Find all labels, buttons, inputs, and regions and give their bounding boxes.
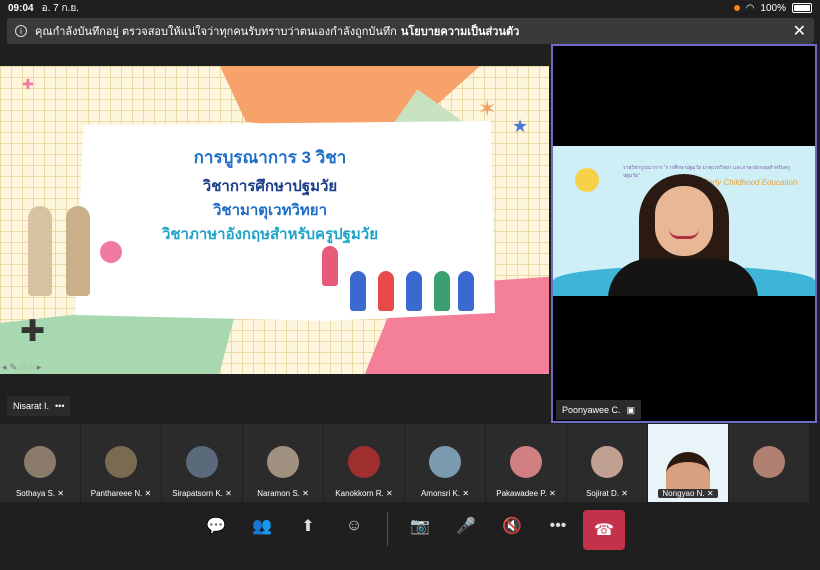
avatar	[186, 446, 218, 478]
video-feed: รายวิชาบูรณาการ "การศึกษาปฐมวัย มาตุเวทว…	[553, 146, 815, 296]
participant-strip: Sothaya S. ✕ Panthareee N. ✕ Sirapatsorn…	[0, 424, 820, 502]
teacher-illustration	[66, 206, 90, 296]
sun-icon	[575, 168, 599, 192]
sparkle-icon: ✚	[22, 76, 34, 92]
avatar	[591, 446, 623, 478]
participant-tile[interactable]: Pakawadee P. ✕	[486, 424, 566, 502]
speaker-off-icon[interactable]: 🔇	[494, 508, 530, 544]
cross-icon: ✚	[20, 315, 46, 348]
battery-icon	[792, 3, 812, 13]
more-icon[interactable]: •••	[540, 508, 576, 544]
recording-dot-icon	[733, 5, 740, 11]
kid-illustration	[378, 271, 394, 311]
starfish-icon: ✶	[478, 96, 497, 121]
avatar	[348, 446, 380, 478]
participant-tile[interactable]: Sothaya S. ✕	[0, 424, 80, 502]
participant-name: Naramon S. ✕	[257, 489, 309, 498]
wifi-icon: ◠	[745, 2, 755, 14]
avatar	[267, 446, 299, 478]
participant-name: Sothaya S. ✕	[15, 489, 65, 498]
participant-tile[interactable]	[729, 424, 809, 502]
shared-slide: ✶ ★ ✚ ✚ การบูรณาการ 3 วิชา วิชาการศึกษาป…	[0, 66, 549, 374]
participant-name: Kanokkorn R. ✕	[335, 489, 393, 498]
speaker-name: Poonyawee C.	[562, 405, 621, 415]
recording-message: คุณกำลังบันทึกอยู่ ตรวจสอบให้แน่ใจว่าทุก…	[35, 26, 397, 38]
participant-tile[interactable]: Kanokkorn R. ✕	[324, 424, 404, 502]
avatar	[510, 446, 542, 478]
mic-off-icon[interactable]: 🎤	[448, 508, 484, 544]
slide-toolbar[interactable]: ◂✎◌◌▸	[2, 362, 44, 373]
share-icon[interactable]: ⬆	[290, 508, 326, 544]
participant-name: Pakawadee P. ✕	[496, 489, 556, 498]
avatar	[24, 446, 56, 478]
screen-share-icon: ▣	[626, 404, 636, 415]
slide-title: การบูรณาการ 3 วิชา	[193, 148, 347, 167]
close-icon[interactable]: ✕	[793, 21, 806, 41]
reactions-icon[interactable]: ☺	[336, 508, 372, 544]
info-icon: i	[15, 25, 27, 37]
participant-tile[interactable]: Naramon S. ✕	[243, 424, 323, 502]
status-bar: 09:04 อ. 7 ก.ย. ◠ 100%	[0, 0, 820, 16]
hangup-icon[interactable]: ☎	[583, 510, 625, 550]
star-icon: ★	[512, 116, 529, 136]
recording-banner: i คุณกำลังบันทึกอยู่ ตรวจสอบให้แน่ใจว่าท…	[7, 18, 814, 44]
avatar	[429, 446, 461, 478]
privacy-policy-link[interactable]: นโยบายความเป็นส่วนตัว	[401, 22, 519, 40]
presenter-name: Nisarat I.	[13, 401, 50, 411]
kid-illustration	[458, 271, 474, 311]
avatar	[753, 446, 785, 478]
speaker-label: Poonyawee C. ▣	[556, 400, 642, 420]
participant-name: Nongyao N. ✕	[658, 489, 718, 498]
kid-illustration	[350, 271, 366, 311]
participant-name: Amonsri K. ✕	[420, 489, 470, 498]
presenter-label: Nisarat I. •••	[7, 396, 71, 416]
camera-off-icon[interactable]: 📷	[402, 508, 438, 544]
kid-illustration	[322, 246, 338, 286]
status-time: 09:04	[8, 2, 34, 14]
participant-tile[interactable]: Sirapatsorn K. ✕	[162, 424, 242, 502]
participant-tile[interactable]: Nongyao N. ✕	[648, 424, 728, 502]
participant-tile[interactable]: Panthareee N. ✕	[81, 424, 161, 502]
participant-name: Sirapatsorn K. ✕	[172, 489, 232, 498]
toolbar-divider	[387, 512, 388, 546]
kid-illustration	[406, 271, 422, 311]
kid-illustration	[434, 271, 450, 311]
avatar	[105, 446, 137, 478]
participant-tile[interactable]: Amonsri K. ✕	[405, 424, 485, 502]
battery-level: 100%	[760, 2, 786, 14]
more-icon[interactable]: •••	[55, 401, 64, 411]
participant-name: Panthareee N. ✕	[90, 489, 152, 498]
people-icon[interactable]: 👥	[244, 508, 280, 544]
teacher-illustration	[28, 206, 52, 296]
flower-illustration	[100, 241, 122, 263]
participant-tile[interactable]: Sojirat D. ✕	[567, 424, 647, 502]
speaker-person	[603, 174, 763, 296]
chat-icon[interactable]: 💬	[198, 508, 234, 544]
speaker-video[interactable]: รายวิชาบูรณาการ "การศึกษาปฐมวัย มาตุเวทว…	[551, 44, 817, 423]
status-date: อ. 7 ก.ย.	[41, 2, 79, 14]
participant-name: Sojirat D. ✕	[586, 489, 628, 498]
slide-line-1: วิชาการศึกษาปฐมวัย	[202, 178, 338, 195]
